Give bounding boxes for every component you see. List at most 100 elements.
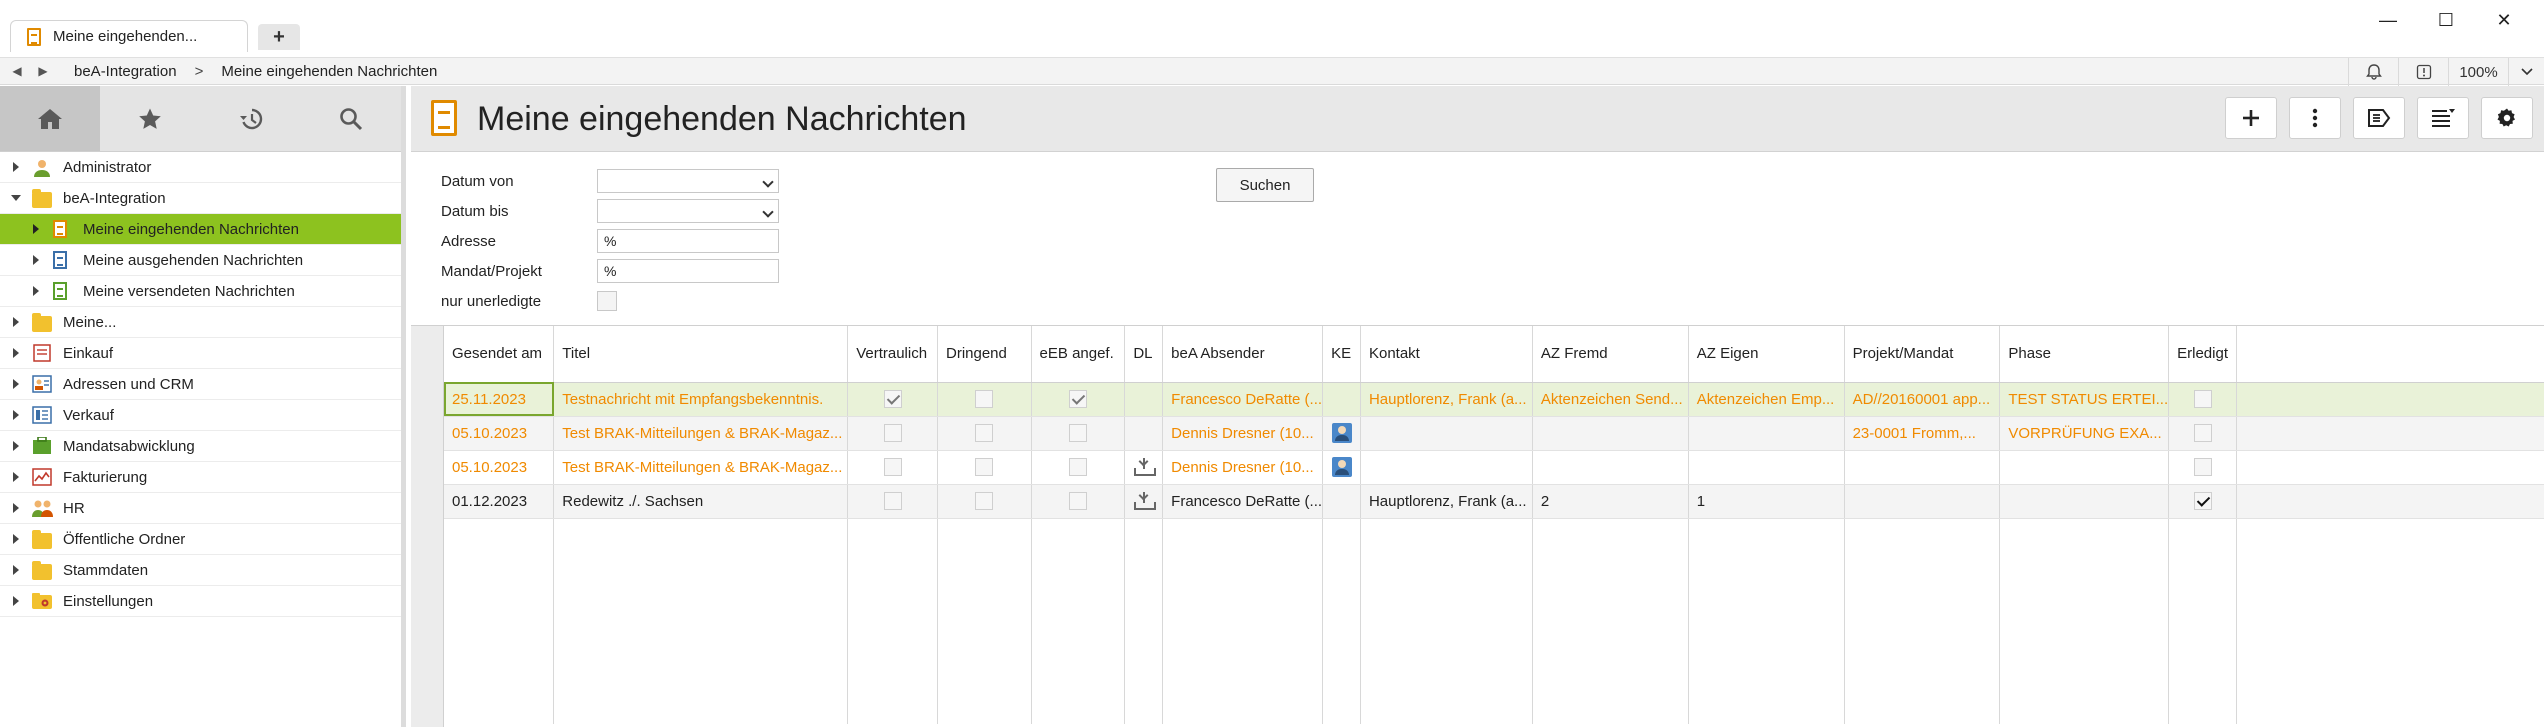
browser-tab[interactable]: Meine eingehenden... — [10, 20, 248, 52]
search-button[interactable]: Suchen — [1216, 168, 1314, 202]
erledigt-checkbox[interactable] — [2193, 424, 2212, 443]
erledigt-checkbox[interactable] — [2193, 458, 2212, 477]
cell-kontakt[interactable]: Hauptlorenz, Frank (a... — [1360, 484, 1533, 519]
datum-bis-select[interactable] — [597, 199, 779, 223]
forward-nav-icon[interactable]: ▶ — [30, 64, 56, 78]
bell-icon[interactable] — [2348, 58, 2398, 86]
sidebar-item-fakturierung[interactable]: Fakturierung — [0, 462, 401, 493]
add-button[interactable] — [2225, 97, 2277, 139]
sidebar-item-bea-integration[interactable]: beA-Integration — [0, 183, 401, 214]
sidebar-item-verkauf[interactable]: Verkauf — [0, 400, 401, 431]
contact-card-icon[interactable] — [1331, 457, 1352, 477]
expand-arrow-icon[interactable] — [33, 286, 39, 296]
cell-kontakt[interactable] — [1360, 416, 1533, 451]
expand-arrow-icon[interactable] — [13, 348, 19, 358]
sidebar-item-versendete-nachrichten[interactable]: Meine versendeten Nachrichten — [0, 276, 401, 307]
cell-kontakt[interactable] — [1360, 450, 1533, 485]
column-header-gesendet[interactable]: Gesendet am — [444, 326, 555, 383]
erledigt-checkbox[interactable] — [2193, 492, 2212, 511]
mandat-input[interactable] — [597, 259, 779, 283]
cell-az-eigen[interactable]: 1 — [1688, 484, 1845, 519]
info-icon[interactable] — [2398, 58, 2448, 86]
sidebar-tab-favorites[interactable] — [100, 86, 200, 151]
column-header-dringend[interactable]: Dringend — [937, 326, 1032, 383]
sidebar-item-oeffentliche-ordner[interactable]: Öffentliche Ordner — [0, 524, 401, 555]
sidebar-item-adressen-crm[interactable]: Adressen und CRM — [0, 369, 401, 400]
cell-kontakt[interactable]: Hauptlorenz, Frank (a... — [1360, 382, 1533, 417]
cell-title[interactable]: Test BRAK-Mitteilungen & BRAK-Magaz... — [553, 416, 849, 451]
unerledigt-checkbox[interactable] — [597, 291, 617, 311]
sidebar-item-einkauf[interactable]: Einkauf — [0, 338, 401, 369]
download-icon[interactable] — [1133, 458, 1156, 477]
expand-arrow-icon[interactable] — [13, 317, 19, 327]
datum-von-select[interactable] — [597, 169, 779, 193]
expand-arrow-icon[interactable] — [33, 255, 39, 265]
breadcrumb-bea[interactable]: beA-Integration — [74, 63, 177, 80]
cell-az-fremd[interactable]: 2 — [1532, 484, 1689, 519]
expand-arrow-icon[interactable] — [13, 534, 19, 544]
sidebar-item-administrator[interactable]: Administrator — [0, 152, 401, 183]
cell-phase[interactable] — [1999, 450, 2170, 485]
sidebar-item-ausgehende-nachrichten[interactable]: Meine ausgehenden Nachrichten — [0, 245, 401, 276]
cell-title[interactable]: Testnachricht mit Empfangsbekenntnis. — [553, 382, 849, 417]
table-row[interactable]: 01.12.2023 Redewitz ./. Sachsen Francesc… — [444, 484, 2544, 519]
back-icon[interactable]: ◀ — [4, 64, 30, 78]
chevron-down-icon[interactable] — [2508, 58, 2544, 86]
expand-arrow-icon[interactable] — [13, 503, 19, 513]
close-button[interactable]: ✕ — [2474, 0, 2534, 40]
table-row[interactable]: 25.11.2023 Testnachricht mit Empfangsbek… — [444, 382, 2544, 417]
column-header-vertraulich[interactable]: Vertraulich — [847, 326, 938, 383]
cell-date[interactable]: 25.11.2023 — [444, 382, 555, 417]
cell-az-fremd[interactable] — [1532, 450, 1689, 485]
sidebar-item-mandatsabwicklung[interactable]: Mandatsabwicklung — [0, 431, 401, 462]
zoom-level[interactable]: 100% — [2448, 58, 2508, 86]
sidebar-tab-search[interactable] — [301, 86, 401, 151]
cell-az-fremd[interactable]: Aktenzeichen Send... — [1532, 382, 1689, 417]
sort-list-button[interactable] — [2417, 97, 2469, 139]
column-header-dl[interactable]: DL — [1124, 326, 1164, 383]
sidebar-item-einstellungen[interactable]: Einstellungen — [0, 586, 401, 617]
sidebar-item-stammdaten[interactable]: Stammdaten — [0, 555, 401, 586]
sidebar-tab-home[interactable] — [0, 86, 101, 151]
minimize-button[interactable]: — — [2358, 0, 2418, 40]
erledigt-checkbox[interactable] — [2193, 390, 2212, 409]
cell-az-eigen[interactable]: Aktenzeichen Emp... — [1688, 382, 1845, 417]
collapse-arrow-icon[interactable] — [11, 195, 21, 201]
new-tab-button[interactable]: + — [258, 24, 300, 50]
column-header-ke[interactable]: KE — [1322, 326, 1361, 383]
column-header-kontakt[interactable]: Kontakt — [1360, 326, 1533, 383]
more-button[interactable] — [2289, 97, 2341, 139]
expand-arrow-icon[interactable] — [13, 565, 19, 575]
cell-date[interactable]: 01.12.2023 — [444, 484, 555, 519]
adresse-input[interactable] — [597, 229, 779, 253]
cell-projekt[interactable] — [1844, 450, 2001, 485]
cell-az-fremd[interactable] — [1532, 416, 1689, 451]
expand-arrow-icon[interactable] — [13, 379, 19, 389]
expand-arrow-icon[interactable] — [13, 162, 19, 172]
cell-projekt[interactable]: 23-0001 Fromm,... — [1844, 416, 2001, 451]
settings-button[interactable] — [2481, 97, 2533, 139]
cell-projekt[interactable]: AD//20160001 app... — [1844, 382, 2001, 417]
cell-date[interactable]: 05.10.2023 — [444, 450, 555, 485]
column-header-erledigt[interactable]: Erledigt — [2168, 326, 2237, 383]
column-header-eeb[interactable]: eEB angef. — [1031, 326, 1126, 383]
sidebar-item-eingehende-nachrichten[interactable]: Meine eingehenden Nachrichten — [0, 214, 401, 245]
column-header-phase[interactable]: Phase — [1999, 326, 2170, 383]
sidebar-item-hr[interactable]: HR — [0, 493, 401, 524]
column-header-az-eigen[interactable]: AZ Eigen — [1688, 326, 1845, 383]
expand-arrow-icon[interactable] — [13, 410, 19, 420]
cell-az-eigen[interactable] — [1688, 450, 1845, 485]
cell-az-eigen[interactable] — [1688, 416, 1845, 451]
column-header-projekt[interactable]: Projekt/Mandat — [1844, 326, 2001, 383]
column-header-titel[interactable]: Titel — [553, 326, 849, 383]
cell-projekt[interactable] — [1844, 484, 2001, 519]
column-header-az-fremd[interactable]: AZ Fremd — [1532, 326, 1689, 383]
cell-sender[interactable]: Dennis Dresner (10... — [1162, 416, 1324, 451]
cell-phase[interactable] — [1999, 484, 2170, 519]
forward-button[interactable] — [2353, 97, 2405, 139]
cell-sender[interactable]: Dennis Dresner (10... — [1162, 450, 1324, 485]
cell-date[interactable]: 05.10.2023 — [444, 416, 555, 451]
cell-sender[interactable]: Francesco DeRatte (... — [1162, 382, 1324, 417]
cell-sender[interactable]: Francesco DeRatte (... — [1162, 484, 1324, 519]
cell-phase[interactable]: TEST STATUS ERTEI... — [1999, 382, 2170, 417]
